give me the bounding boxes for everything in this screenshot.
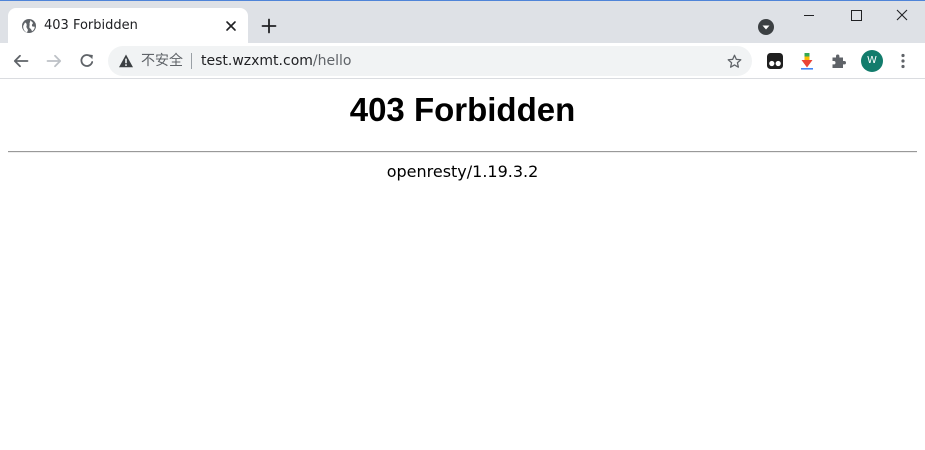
- omnibox-separator: [191, 53, 192, 69]
- minimize-icon[interactable]: [786, 4, 832, 28]
- window-top-border: [0, 0, 925, 1]
- tampermonkey-icon[interactable]: [765, 51, 785, 71]
- address-bar[interactable]: 不安全 test.wzxmt.com/hello: [108, 46, 752, 76]
- globe-icon: [22, 19, 36, 33]
- bookmark-star-icon[interactable]: [726, 53, 743, 70]
- close-tab-icon[interactable]: [223, 18, 239, 34]
- profile-avatar[interactable]: W: [861, 50, 883, 72]
- url-path: /hello: [312, 53, 352, 69]
- server-signature: openresty/1.19.3.2: [386, 162, 539, 181]
- close-window-icon[interactable]: [879, 4, 925, 28]
- tab-title: 403 Forbidden: [44, 18, 138, 33]
- back-icon[interactable]: [11, 51, 31, 71]
- extensions-puzzle-icon[interactable]: [829, 51, 849, 71]
- tab-search-icon[interactable]: [757, 18, 775, 36]
- new-tab-icon[interactable]: [260, 17, 278, 35]
- forward-icon[interactable]: [44, 51, 64, 71]
- page-title: 403 Forbidden: [349, 91, 576, 128]
- avatar-initial: W: [867, 55, 877, 66]
- security-status-label[interactable]: 不安全: [141, 52, 183, 70]
- tab-strip: 403 Forbidden: [0, 0, 925, 43]
- horizontal-rule: [8, 151, 917, 153]
- url-text[interactable]: test.wzxmt.com/hello: [201, 52, 351, 70]
- maximize-icon[interactable]: [833, 4, 879, 28]
- reload-icon[interactable]: [77, 51, 97, 71]
- url-host: test.wzxmt.com: [201, 53, 313, 69]
- not-secure-warning-icon[interactable]: [118, 53, 134, 69]
- download-arrow-icon[interactable]: [797, 51, 817, 71]
- browser-toolbar: 不安全 test.wzxmt.com/hello: [0, 43, 925, 79]
- tab-active[interactable]: 403 Forbidden: [8, 8, 248, 43]
- more-menu-icon[interactable]: [893, 51, 913, 71]
